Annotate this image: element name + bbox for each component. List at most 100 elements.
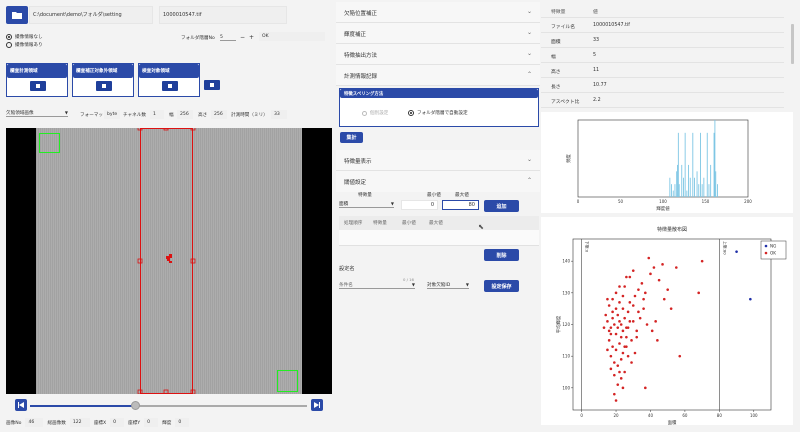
scatter-point-ng [735,250,738,253]
scatter-point-ok [611,310,614,314]
scatter-point-ok [661,263,664,266]
scatter-title: 特徴量散布図 [657,226,687,233]
scatter-point-ok [602,326,606,329]
scatter-point-ok [619,323,623,326]
property-table: 特徴量値 ファイル名 1000010547.tif 面積 33 幅 5 高さ 11 長さ 10.7… [541,0,793,108]
scatter-point-ok [678,354,682,358]
scatter-point-ok [625,335,628,339]
scatter-point-ok [611,316,614,320]
max-input[interactable]: 80 [442,200,479,210]
file-field[interactable]: 1000010547.tif [159,6,287,24]
scatter-point-ok [635,335,639,339]
delete-button[interactable]: 削除 [484,249,519,261]
first-frame-button[interactable] [15,399,27,411]
frame-slider-track[interactable] [30,401,307,410]
scatter-point-ok [630,339,633,342]
panel-inspect-region[interactable]: 検査対象領域 [138,63,200,97]
calc-button[interactable]: 集計 [340,132,363,143]
scatter-y-tick: 120 [562,322,570,327]
accordion-threshold[interactable]: 閾値設定 ⌃ [336,171,540,192]
accordion-measure-record[interactable]: 計測情報記録 ⌃ [336,65,540,86]
add-button[interactable]: 追加 [484,200,519,212]
chevron-down-icon: ⌄ [526,8,532,15]
upper-limit-label: 上限:80 [722,241,727,255]
scatter-point-ok [609,354,613,358]
panel-exclude-region[interactable]: 欄査補正対象外領域 [72,63,134,97]
increment-button[interactable]: + [249,34,254,41]
radio-with-info[interactable]: 撮像情報あり [6,42,43,48]
hist-x-tick: 50 [618,199,624,204]
rect-handles[interactable] [6,128,332,394]
chevron-down-icon: ⌄ [526,50,532,57]
panel-exclude-button[interactable] [96,81,112,91]
radio-no-info[interactable]: 撮像情報なし [6,34,43,40]
hist-bar [694,177,695,197]
target-id-select[interactable]: 対象欠陥ID ▼ [427,282,469,289]
scatter-x-tick: 20 [613,413,619,418]
chevron-up-icon: ⌃ [526,177,532,184]
scatter-point-ok [662,297,666,301]
frame-slider-thumb[interactable] [131,401,140,410]
decrement-button[interactable]: − [240,34,245,41]
hist-bar [686,190,688,197]
hist-bar [683,177,684,197]
lower-limit-label: 下限:0 [585,241,590,253]
panel-measure-region[interactable]: 欄査計測領域 [6,63,68,97]
min-input[interactable]: 0 [401,200,438,210]
dropdown-icon: ▼ [411,282,415,287]
scatter-point-ok [616,326,620,329]
radio-individual[interactable]: 個別設定 [362,110,388,116]
scatter-point-ok [606,320,609,323]
scatter-point-ok [697,291,700,295]
hist-bar [700,132,701,197]
path-field[interactable]: C:\document\demo\フォルダ\setting [29,6,153,24]
panel-measure-button[interactable] [30,81,46,91]
scatter-point-ok [644,291,647,295]
save-settings-button[interactable]: 設定保存 [484,280,519,292]
scatter-point-ok [618,342,621,345]
hist-bar [689,177,691,197]
last-frame-button[interactable] [311,399,323,411]
property-value: 1000010547.tif [593,23,630,28]
feature-select[interactable]: 面積 ▼ [339,201,394,208]
property-value: 33 [593,38,600,43]
scatter-point-ok [644,386,647,390]
property-row: 長さ 10.77 [541,78,784,93]
legend-marker [764,244,768,248]
hist-x-tick: 0 [577,199,580,204]
property-scrollbar[interactable] [791,24,794,64]
channel-value: 1 [150,110,164,119]
accordion-feature-display[interactable]: 特徴量表示 ⌄ [336,150,540,171]
scatter-point-ok [613,361,616,364]
radio-folder-auto[interactable]: フォルダ階層で自動設定 [408,110,468,116]
green-marker-top[interactable] [39,133,60,153]
green-marker-bottom[interactable] [277,370,298,392]
extra-region-button[interactable] [204,80,220,90]
folder-level-value[interactable]: 5 [220,35,236,41]
scatter-x-tick: 40 [648,413,654,418]
hist-bar [696,171,698,197]
accordion-brightness[interactable]: 輝度補正 ⌄ [336,23,540,44]
panel-inspect-button[interactable] [162,81,178,91]
scatter-point-ok [618,301,621,304]
folder-open-button[interactable] [6,6,28,24]
image-mode-select[interactable]: 欠陥領域画像 ▼ [6,110,68,117]
scatter-point-ok [631,320,635,323]
hist-bar [698,184,700,197]
property-value: 10.77 [593,83,607,88]
scatter-point-ok [645,323,649,326]
hist-bar [677,164,678,197]
accordion-feature-method[interactable]: 特徴抽出方法 ⌄ [336,44,540,65]
scatter-point-ok [631,269,635,272]
scatter-point-ok [638,316,642,320]
scatter-point-ok [640,282,644,285]
scatter-xlabel: 面積 [668,419,677,425]
property-key: アスペクト比 [551,100,580,105]
image-viewer[interactable] [6,128,332,394]
hist-bar [713,132,715,197]
scatter-x-tick: 0 [580,413,583,418]
scatter-point-ok [619,335,623,339]
scatter-point-ok [618,320,621,323]
accordion-defect-position[interactable]: 欠陥位置補正 ⌄ [336,2,540,23]
setname-input[interactable]: 条件名 ▼ [339,282,415,289]
